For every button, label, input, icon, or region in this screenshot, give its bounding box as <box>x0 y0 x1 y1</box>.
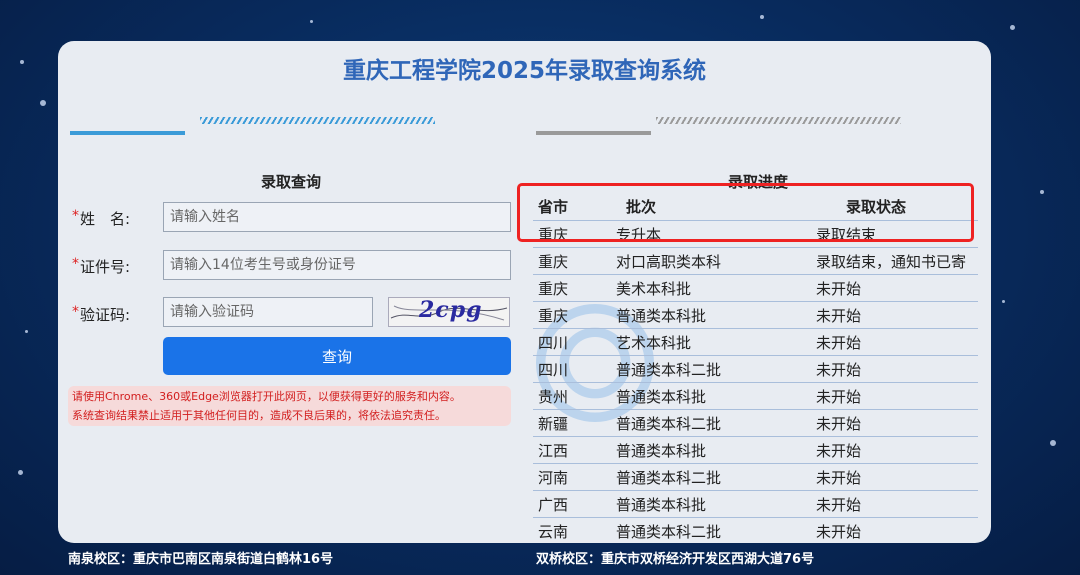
cell-batch: 美术本科批 <box>611 274 811 302</box>
cell-status: 未开始 <box>811 328 978 356</box>
main-panel: 重庆工程学院2025年录取查询系统 录取查询 * 姓 名: * 证件号: * 验… <box>58 41 991 543</box>
right-section-decoration <box>536 117 976 135</box>
cell-batch: 普通类本科批 <box>611 382 811 410</box>
cell-status: 未开始 <box>811 409 978 437</box>
cell-status: 未开始 <box>811 355 978 383</box>
table-row: 重庆 专升本 录取结束 <box>533 220 978 248</box>
captcha-input[interactable] <box>163 297 373 327</box>
cell-status: 录取结束 <box>811 220 978 248</box>
progress-table-container[interactable]: 省市 批次 录取状态 重庆 专升本 录取结束 重庆 对口高职类本科 录取结束，通知书已寄重… <box>533 193 978 543</box>
progress-section-title: 录取进度 <box>727 173 788 191</box>
query-section-title: 录取查询 <box>260 173 321 191</box>
cell-status: 录取结束，通知书已寄 <box>811 247 978 275</box>
cell-batch: 普通类本科批 <box>611 436 811 464</box>
captcha-label: * 验证码: <box>72 304 131 324</box>
column-header-batch: 批次 <box>611 193 811 221</box>
table-row: 重庆 美术本科批 未开始 <box>533 274 978 302</box>
table-row: 新疆 普通类本科二批 未开始 <box>533 409 978 437</box>
column-header-status: 录取状态 <box>811 193 978 221</box>
cell-province: 重庆 <box>533 301 611 329</box>
cell-province: 重庆 <box>533 274 611 302</box>
id-number-input[interactable] <box>163 250 511 280</box>
cell-province: 四川 <box>533 328 611 356</box>
cell-batch: 专升本 <box>611 220 811 248</box>
table-row: 河南 普通类本科二批 未开始 <box>533 463 978 491</box>
progress-table-body: 重庆 专升本 录取结束 重庆 对口高职类本科 录取结束，通知书已寄 重庆 美术本科批 未开始 重庆… <box>533 220 978 543</box>
cell-province: 重庆 <box>533 220 611 248</box>
cell-province: 广西 <box>533 490 611 518</box>
cell-province: 河南 <box>533 463 611 491</box>
table-row: 江西 普通类本科批 未开始 <box>533 436 978 464</box>
left-section-decoration <box>70 117 510 135</box>
cell-batch: 艺术本科批 <box>611 328 811 356</box>
cell-province: 重庆 <box>533 247 611 275</box>
cell-province: 新疆 <box>533 409 611 437</box>
cell-batch: 普通类本科二批 <box>611 409 811 437</box>
cell-batch: 普通类本科二批 <box>611 517 811 543</box>
cell-batch: 普通类本科二批 <box>611 463 811 491</box>
cell-status: 未开始 <box>811 463 978 491</box>
table-row: 贵州 普通类本科批 未开始 <box>533 382 978 410</box>
captcha-image[interactable]: 2cpg <box>388 297 510 327</box>
cell-province: 贵州 <box>533 382 611 410</box>
cell-status: 未开始 <box>811 301 978 329</box>
cell-batch: 普通类本科批 <box>611 490 811 518</box>
progress-table: 省市 批次 录取状态 重庆 专升本 录取结束 重庆 对口高职类本科 录取结束，通知书已寄重… <box>533 193 978 543</box>
table-header-row: 省市 批次 录取状态 <box>533 193 978 221</box>
cell-province: 江西 <box>533 436 611 464</box>
name-label: * 姓 名: <box>72 208 131 228</box>
cell-status: 未开始 <box>811 517 978 543</box>
table-row: 云南 普通类本科二批 未开始 <box>533 517 978 543</box>
browser-notice: 请使用Chrome、360或Edge浏览器打开此网页，以便获得更好的服务和内容。… <box>68 386 511 426</box>
cell-province: 四川 <box>533 355 611 383</box>
cell-status: 未开始 <box>811 436 978 464</box>
cell-status: 未开始 <box>811 274 978 302</box>
cell-status: 未开始 <box>811 382 978 410</box>
cell-batch: 普通类本科二批 <box>611 355 811 383</box>
table-row: 重庆 普通类本科批 未开始 <box>533 301 978 329</box>
table-row: 四川 普通类本科二批 未开始 <box>533 355 978 383</box>
cell-province: 云南 <box>533 517 611 543</box>
page-title: 重庆工程学院2025年录取查询系统 <box>342 58 706 84</box>
name-input[interactable] <box>163 202 511 232</box>
column-header-province: 省市 <box>533 193 611 221</box>
id-number-label: * 证件号: <box>72 256 131 276</box>
footer-campus-right: 双桥校区：重庆市双桥经济开发区西湖大道76号 <box>536 552 815 567</box>
table-row: 重庆 对口高职类本科 录取结束，通知书已寄 <box>533 247 978 275</box>
table-row: 四川 艺术本科批 未开始 <box>533 328 978 356</box>
cell-batch: 普通类本科批 <box>611 301 811 329</box>
footer-campus-left: 南泉校区：重庆市巴南区南泉街道白鹤林16号 <box>68 552 334 567</box>
cell-batch: 对口高职类本科 <box>611 247 811 275</box>
cell-status: 未开始 <box>811 490 978 518</box>
table-row: 广西 普通类本科批 未开始 <box>533 490 978 518</box>
query-button[interactable]: 查询 <box>163 337 511 375</box>
